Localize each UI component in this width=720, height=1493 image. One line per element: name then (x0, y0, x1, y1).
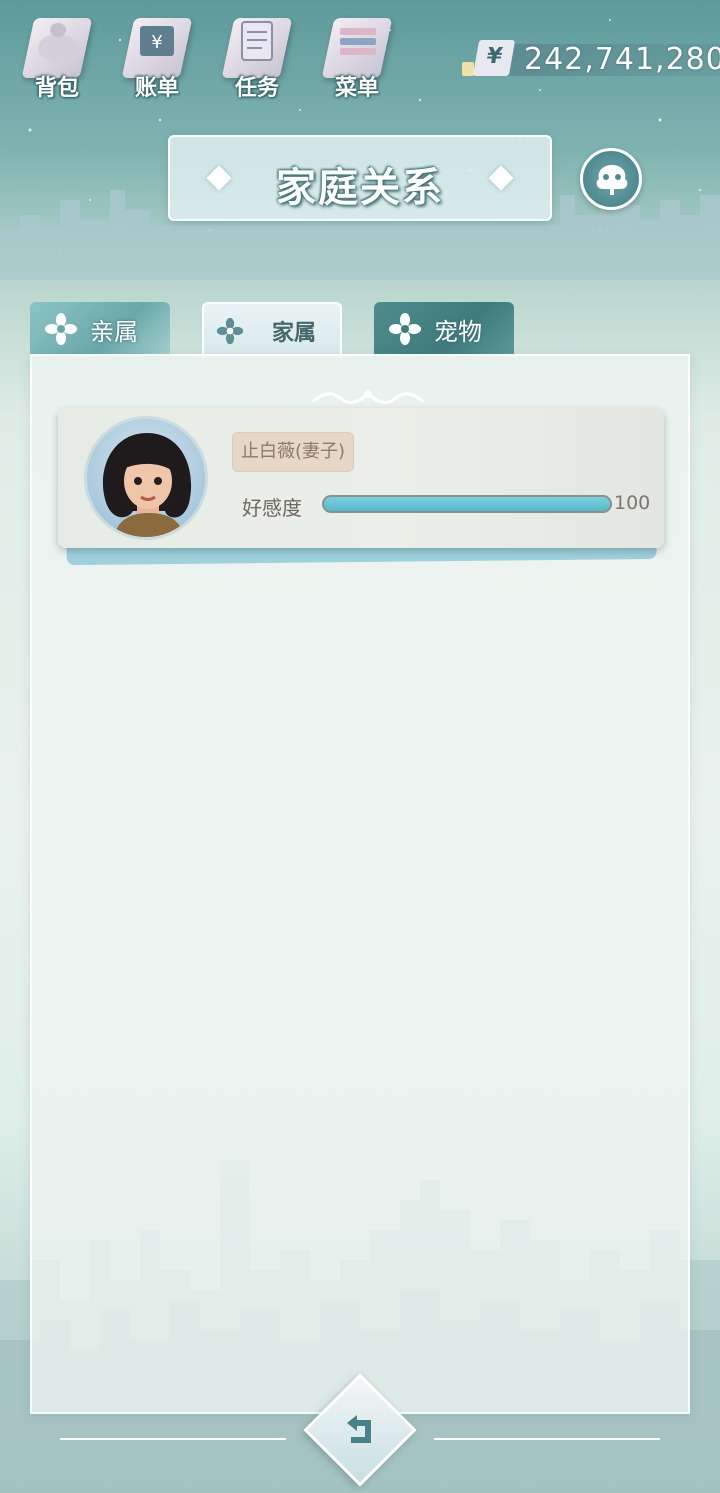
flower-icon (389, 313, 421, 345)
flower-icon (216, 317, 244, 345)
task-label: 任务 (234, 76, 279, 101)
task-icon (241, 21, 273, 61)
title-plate: 家庭关系 (168, 135, 552, 221)
page-title: 家庭关系 (276, 165, 444, 211)
tab-dependents-label: 家属 (272, 321, 317, 346)
yen-icon: ¥ (472, 40, 516, 76)
favor-value: 100 (614, 492, 651, 514)
family-tree-button[interactable] (580, 148, 642, 210)
tab-pets-label: 宠物 (434, 317, 482, 346)
favor-bar-fill (324, 497, 610, 511)
currency-amount: 242,741,280 (524, 42, 720, 77)
favor-bar (322, 495, 612, 513)
bill-button[interactable]: ¥ 账单 (118, 8, 196, 101)
bag-button[interactable]: 背包 (18, 8, 96, 101)
tab-relatives-label: 亲属 (90, 317, 138, 346)
menu-icon (340, 28, 376, 55)
bag-label: 背包 (34, 76, 79, 101)
menu-label: 菜单 (334, 76, 379, 101)
currency-display: ¥ 242,741,280 (462, 40, 720, 80)
bill-icon: ¥ (140, 26, 174, 56)
relation-tabs: 亲属 家属 宠物 (30, 302, 690, 358)
member-name: 止白薇(妻子) (232, 432, 355, 472)
task-button[interactable]: 任务 (218, 8, 296, 101)
divider-right (434, 1438, 660, 1440)
bill-label: 账单 (134, 76, 179, 101)
family-tree-icon (596, 165, 628, 195)
avatar-portrait (102, 433, 192, 537)
tab-relatives[interactable]: 亲属 (30, 302, 170, 356)
member-card[interactable]: 止白薇(妻子) 好感度 100 (58, 408, 664, 548)
flower-icon (45, 313, 77, 345)
menu-button[interactable]: 菜单 (318, 8, 396, 101)
bag-icon (38, 23, 78, 62)
divider-left (60, 1438, 286, 1440)
svg-text:¥: ¥ (151, 32, 162, 53)
tab-pets[interactable]: 宠物 (374, 302, 514, 356)
top-toolbar: 背包 ¥ 账单 任务 菜单 (18, 8, 396, 101)
avatar (84, 416, 208, 540)
tab-dependents[interactable]: 家属 (202, 302, 342, 358)
favor-label: 好感度 (242, 496, 302, 520)
return-arrow-icon (347, 1415, 371, 1443)
